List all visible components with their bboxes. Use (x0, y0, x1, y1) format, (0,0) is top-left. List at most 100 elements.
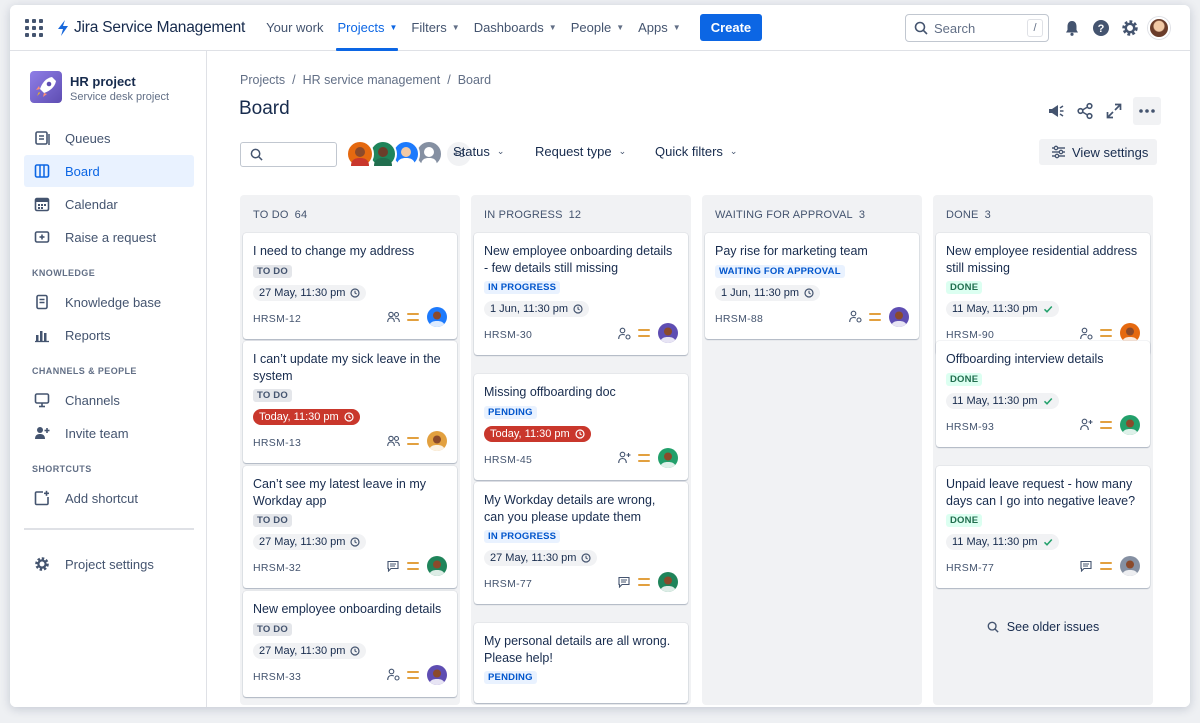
column-header[interactable]: IN PROGRESS 12 (484, 209, 581, 221)
comment-icon (617, 575, 631, 589)
chevron-down-icon: ⌄ (729, 146, 738, 156)
see-older-issues-button[interactable]: See older issues (933, 620, 1153, 634)
issue-card[interactable]: Unpaid leave request - how many days can… (936, 466, 1150, 588)
breadcrumb-hr-service-management[interactable]: HR service management (303, 73, 441, 87)
due-date: Today, 11:30 pm (259, 411, 339, 423)
column-header[interactable]: DONE 3 (946, 209, 991, 221)
board-column: WAITING FOR APPROVAL 3 Pay rise for market… (702, 195, 922, 705)
board-column: IN PROGRESS 12 New employee onboarding det… (471, 195, 691, 705)
assignee-avatar[interactable] (1120, 556, 1140, 576)
card-title: My Workday details are wrong, can you pl… (484, 493, 656, 524)
issue-card[interactable]: Pay rise for marketing team WAITING FOR A… (705, 233, 919, 339)
view-settings-button[interactable]: View settings (1039, 139, 1157, 165)
search-input[interactable]: Search / (905, 14, 1049, 42)
assignee-avatar[interactable] (1120, 323, 1140, 343)
sidebar-item-invite-team[interactable]: Invite team (24, 417, 194, 449)
due-date: 27 May, 11:30 pm (259, 286, 346, 299)
sidebar-heading-channels: CHANNELS & PEOPLE (32, 366, 137, 376)
nav-people[interactable]: People ▼ (564, 5, 631, 51)
status-filter-dropdown[interactable]: Status ⌄ (453, 144, 504, 159)
settings-icon[interactable] (1118, 16, 1142, 40)
app-switcher-icon[interactable] (24, 18, 44, 38)
column-count: 64 (294, 209, 308, 221)
check-icon (1043, 537, 1053, 547)
assignee-avatar[interactable] (427, 664, 447, 685)
assignee-avatar[interactable] (427, 431, 447, 451)
issue-card[interactable]: New employee onboarding details TO DO 27 M… (243, 591, 457, 697)
request-type-filter-label: Request type (535, 144, 612, 159)
assignee-avatar[interactable] (889, 306, 909, 327)
user-avatar[interactable] (1147, 16, 1171, 40)
sidebar-item-project-settings[interactable]: Project settings (24, 548, 194, 580)
share-icon[interactable] (1072, 98, 1098, 124)
card-footer: HRSM-45 (484, 447, 678, 472)
assignee-avatar[interactable] (1120, 414, 1140, 435)
assignee-avatar[interactable] (427, 306, 447, 327)
issue-key: HRSM-77 (484, 578, 533, 590)
issue-card[interactable]: Missing offboarding doc PENDING Today, 11:… (474, 374, 688, 480)
avatar-filter[interactable] (346, 140, 374, 168)
due-date-pill: 11 May, 11:30 pm (946, 301, 1059, 317)
sidebar-item-add-shortcut[interactable]: Add shortcut (24, 482, 194, 514)
sidebar-item-reports[interactable]: Reports (24, 319, 194, 351)
sidebar-item-label: Project settings (65, 556, 154, 572)
issue-card[interactable]: Can’t see my latest leave in my Workday … (243, 466, 457, 588)
column-header[interactable]: TO DO 64 (253, 209, 307, 221)
card-title: Offboarding interview details (946, 352, 1104, 366)
priority-medium-icon (1100, 420, 1112, 429)
sidebar-item-raise-request[interactable]: Raise a request (24, 221, 194, 253)
sidebar-item-calendar[interactable]: Calendar (24, 188, 194, 220)
issue-card[interactable]: My Workday details are wrong, can you pl… (474, 482, 688, 604)
top-navigation: Jira Service Management Your work Projec… (10, 5, 1190, 51)
quick-filters-dropdown[interactable]: Quick filters ⌄ (655, 144, 737, 159)
project-header[interactable]: HR project Service desk project (30, 71, 169, 103)
assignee-avatar[interactable] (427, 556, 447, 576)
product-logo[interactable]: Jira Service Management (56, 19, 245, 37)
board-column: TO DO 64 I need to change my address TO DO 2… (240, 195, 460, 705)
nav-your-work[interactable]: Your work (259, 5, 330, 51)
bell-icon[interactable] (1060, 16, 1084, 40)
more-icon[interactable] (1133, 97, 1161, 125)
due-date: Today, 11:30 pm (490, 427, 570, 440)
card-footer: HRSM-88 (715, 306, 909, 331)
nav-filters[interactable]: Filters ▼ (404, 5, 466, 51)
megaphone-icon[interactable] (1043, 98, 1069, 124)
sidebar-heading-shortcuts: SHORTCUTS (32, 464, 92, 474)
expand-icon[interactable] (1101, 98, 1127, 124)
svg-text:?: ? (1098, 23, 1105, 35)
status-lozenge: WAITING FOR APPROVAL (715, 264, 845, 278)
assignee-avatar[interactable] (658, 572, 678, 592)
assignee-avatar[interactable] (658, 447, 678, 468)
breadcrumb-board[interactable]: Board (458, 73, 491, 87)
request-type-filter-dropdown[interactable]: Request type ⌄ (535, 144, 626, 159)
nav-projects[interactable]: Projects ▼ (330, 5, 404, 51)
nav-dashboards[interactable]: Dashboards ▼ (467, 5, 564, 51)
issue-card[interactable]: I can’t update my sick leave in the syst… (243, 341, 457, 463)
top-actions: ? (1060, 16, 1176, 40)
person-add-icon (1079, 418, 1093, 432)
issue-card[interactable]: New employee residential address still m… (936, 233, 1150, 355)
help-icon[interactable]: ? (1089, 16, 1113, 40)
sidebar-item-queues[interactable]: Queues (24, 122, 194, 154)
nav-apps[interactable]: Apps ▼ (631, 5, 688, 51)
comment-icon (1079, 559, 1093, 573)
clock-icon (581, 553, 592, 563)
sidebar-item-knowledge-base[interactable]: Knowledge base (24, 286, 194, 318)
card-title: Can’t see my latest leave in my Workday … (253, 477, 426, 508)
column-header[interactable]: WAITING FOR APPROVAL 3 (715, 209, 865, 221)
sidebar-item-channels[interactable]: Channels (24, 384, 194, 416)
issue-card[interactable]: I need to change my address TO DO 27 May, … (243, 233, 457, 339)
person-gear-icon (848, 310, 862, 324)
channels-icon (33, 391, 51, 409)
sidebar-item-board[interactable]: Board (24, 155, 194, 187)
issue-card[interactable]: New employee onboarding details - few de… (474, 233, 688, 355)
calendar-icon (33, 195, 51, 213)
assignee-avatar[interactable] (658, 323, 678, 343)
create-button[interactable]: Create (699, 14, 763, 41)
due-date: 11 May, 11:30 pm (952, 536, 1038, 548)
issue-card[interactable]: My personal details are all wrong. Pleas… (474, 623, 688, 703)
issue-card[interactable]: Offboarding interview details DONE 11 May,… (936, 341, 1150, 447)
board-search-input[interactable] (240, 142, 337, 167)
breadcrumb-projects[interactable]: Projects (240, 73, 285, 87)
search-placeholder: Search (934, 20, 976, 36)
